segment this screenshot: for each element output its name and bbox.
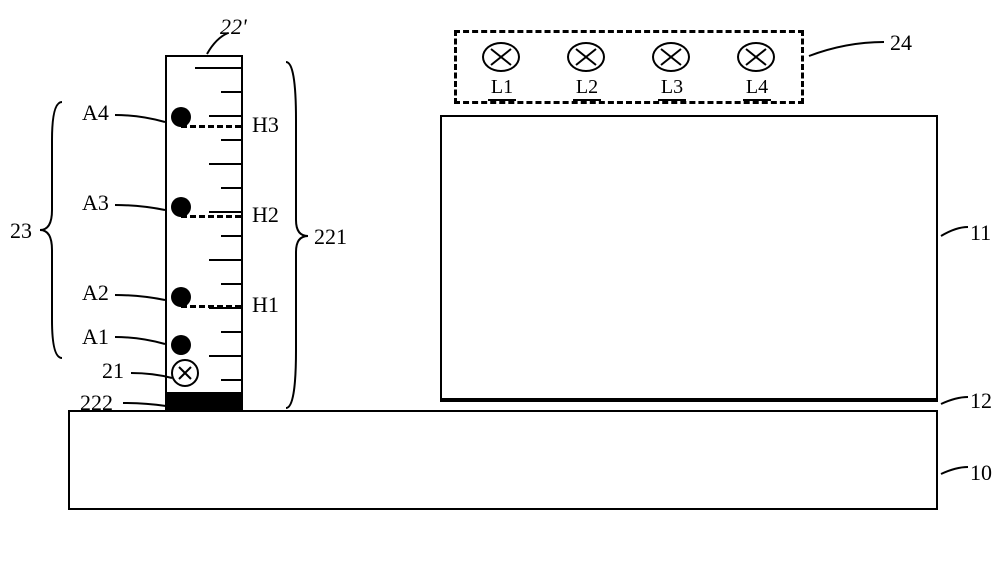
- light-l1: [482, 42, 520, 72]
- sensor-label-a4: A4: [82, 100, 109, 126]
- scale-tick: [209, 259, 241, 261]
- height-line-h2: [181, 215, 241, 218]
- brace-23: [36, 100, 70, 360]
- sensor-a1: [171, 335, 191, 355]
- light-label-l4: L4: [743, 76, 771, 101]
- light-l2: [567, 42, 605, 72]
- measurement-column: [165, 55, 243, 412]
- leader-11: [938, 224, 972, 242]
- base-rect: [68, 410, 938, 510]
- sensor-label-a2: A2: [82, 280, 109, 306]
- scale-tick: [221, 187, 241, 189]
- leader-10: [938, 464, 972, 478]
- leader-21: [128, 368, 176, 384]
- height-line-h1: [181, 305, 241, 308]
- leader-12: [938, 394, 972, 408]
- ref-light-group: 24: [890, 30, 912, 56]
- scale-tick: [221, 283, 241, 285]
- light-l4: [737, 42, 775, 72]
- scale-tick: [209, 355, 241, 357]
- scale-tick: [209, 115, 241, 117]
- ref-base: 10: [970, 460, 992, 486]
- scale-tick: [221, 91, 241, 93]
- leader-a2: [110, 290, 170, 310]
- scale-tick: [209, 211, 241, 213]
- scale-tick: [195, 67, 241, 69]
- height-label-h1: H1: [252, 292, 279, 318]
- light-label-l1: L1: [488, 76, 516, 101]
- leader-a1: [110, 332, 170, 350]
- scale-tick: [221, 139, 241, 141]
- sensor-a4: [171, 107, 191, 127]
- leader-222: [120, 398, 170, 412]
- ref-column-scale: 221: [314, 224, 347, 250]
- light-label-l2: L2: [573, 76, 601, 101]
- upper-container: [440, 115, 938, 400]
- ref-sensor-group: 23: [10, 218, 32, 244]
- height-label-h2: H2: [252, 202, 279, 228]
- ref-separator: 12: [970, 388, 992, 414]
- leader-a4: [110, 110, 170, 130]
- leader-a3: [110, 200, 170, 220]
- scale-tick: [221, 379, 241, 381]
- column-base-block: [167, 392, 241, 412]
- ref-upper-container: 11: [970, 220, 991, 246]
- scale-tick: [221, 331, 241, 333]
- sensor-a3: [171, 197, 191, 217]
- ref-float: 21: [102, 358, 124, 384]
- separator-line: [440, 400, 938, 402]
- leader-24: [806, 38, 888, 60]
- light-l3: [652, 42, 690, 72]
- ref-column-inner: 222: [80, 390, 113, 416]
- height-line-h3: [181, 125, 241, 128]
- scale-tick: [209, 163, 241, 165]
- light-label-l3: L3: [658, 76, 686, 101]
- height-label-h3: H3: [252, 112, 279, 138]
- sensor-a2: [171, 287, 191, 307]
- leader-22: [204, 30, 234, 58]
- scale-tick: [221, 235, 241, 237]
- brace-221: [280, 60, 314, 412]
- sensor-label-a1: A1: [82, 324, 109, 350]
- sensor-label-a3: A3: [82, 190, 109, 216]
